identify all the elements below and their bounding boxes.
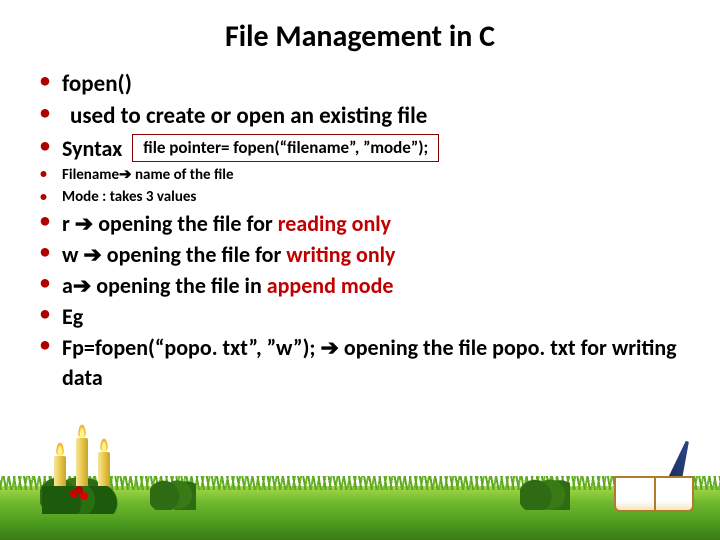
arrow-icon: ➔ bbox=[119, 166, 132, 183]
a-letter: a bbox=[62, 272, 73, 299]
bullet-eg: Eg bbox=[36, 302, 684, 331]
fp-code: Fp=fopen(“popo. txt”, ”w”); bbox=[62, 334, 320, 361]
syntax-box: file pointer= fopen(“filename”, ”mode”); bbox=[132, 134, 439, 162]
r-letter: r bbox=[62, 210, 75, 237]
arrow-icon: ➔ bbox=[73, 273, 91, 298]
syntax-label: Syntax bbox=[62, 134, 122, 163]
arrow-icon: ➔ bbox=[320, 335, 338, 360]
slide: File Management in C fopen() used to cre… bbox=[0, 0, 720, 540]
bullet-fopen: fopen() bbox=[36, 69, 684, 99]
book-icon bbox=[614, 476, 694, 512]
page-title: File Management in C bbox=[36, 18, 684, 55]
bullet-filename: Filename➔ name of the file bbox=[36, 165, 684, 186]
book-quill-icon bbox=[614, 462, 694, 512]
candles-icon bbox=[46, 428, 118, 514]
bullet-list: fopen() used to create or open an existi… bbox=[36, 69, 684, 392]
shrub-icon bbox=[520, 476, 570, 510]
bullet-used: used to create or open an existing file bbox=[36, 101, 684, 131]
w-mid: opening the file for bbox=[102, 241, 286, 268]
bullet-r: r ➔ opening the file for reading only bbox=[36, 209, 684, 238]
arrow-icon: ➔ bbox=[83, 242, 101, 267]
arrow-icon: ➔ bbox=[75, 211, 93, 236]
bullet-fp: Fp=fopen(“popo. txt”, ”w”); ➔ opening th… bbox=[36, 333, 684, 391]
a-red: append mode bbox=[267, 272, 394, 299]
w-letter: w bbox=[62, 241, 83, 268]
shrub-icon bbox=[150, 476, 196, 510]
bullet-a: a➔ opening the file in append mode bbox=[36, 271, 684, 300]
bullet-syntax: Syntax file pointer= fopen(“filename”, ”… bbox=[36, 134, 684, 163]
filename-word: Filename bbox=[62, 166, 119, 184]
holly-icon bbox=[42, 486, 122, 514]
filename-desc: name of the file bbox=[132, 166, 234, 184]
a-mid: opening the file in bbox=[91, 272, 266, 299]
bullet-w: w ➔ opening the file for writing only bbox=[36, 240, 684, 269]
r-red: reading only bbox=[278, 210, 391, 237]
bullet-mode-takes: Mode : takes 3 values bbox=[36, 188, 684, 208]
w-red: writing only bbox=[286, 241, 395, 268]
r-mid: opening the file for bbox=[93, 210, 277, 237]
